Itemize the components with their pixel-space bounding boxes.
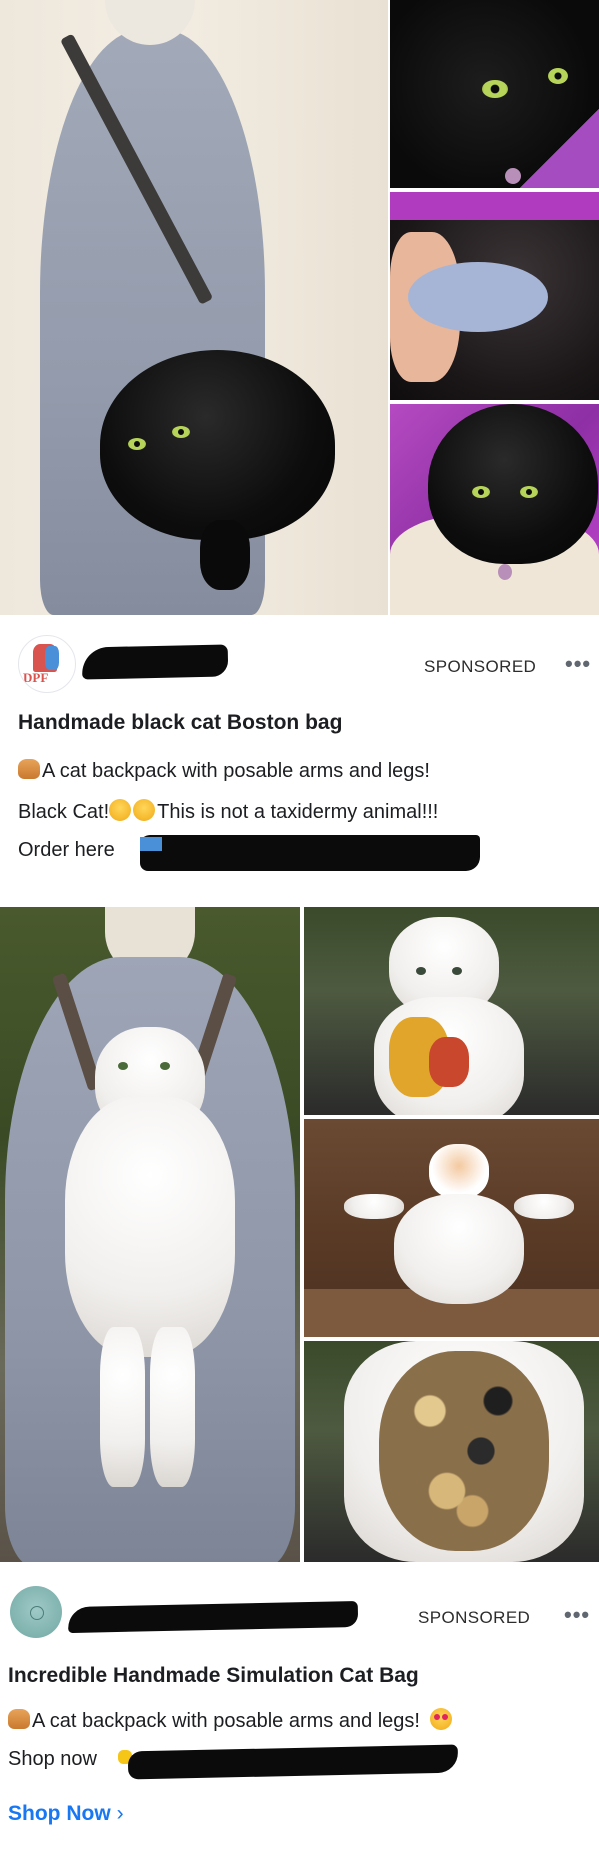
ad-body-line1: A cat backpack with posable arms and leg… [8, 1708, 454, 1733]
ad2-photo-cat-sitting[interactable] [304, 1119, 599, 1337]
more-dots-icon[interactable]: ••• [565, 651, 591, 677]
ad-body-line2: Black Cat! This is not a taxidermy animal… [18, 799, 439, 823]
cat-emoji-icon [18, 759, 40, 779]
ad2-card: SPONSORED ••• Incredible Handmade Simula… [0, 1562, 599, 1849]
chevron-right-icon: › [116, 1802, 124, 1825]
more-dots-icon[interactable]: ••• [564, 1602, 590, 1628]
laughing-emoji-icon [109, 799, 132, 821]
sponsored-label: SPONSORED [424, 657, 537, 676]
ad1-photo-cat-face[interactable] [390, 0, 599, 188]
feed-screenshot: DPF SPONSORED ••• Handmade black cat Bos… [0, 0, 599, 1849]
link-fragment [140, 837, 162, 851]
ad-title[interactable]: Incredible Handmade Simulation Cat Bag [8, 1664, 419, 1688]
ad1-photo-cat-on-cushion[interactable] [390, 404, 599, 615]
shop-now-button[interactable]: Shop Now › [8, 1802, 124, 1826]
ad1-main-photo[interactable] [0, 0, 388, 615]
ad-title[interactable]: Handmade black cat Boston bag [18, 711, 342, 735]
heart-eyes-emoji-icon [429, 1708, 452, 1730]
ad2-photo-cat-with-fish[interactable] [304, 907, 599, 1115]
ad1-card: DPF SPONSORED ••• Handmade black cat Bos… [0, 615, 599, 907]
avatar-logo-text: DPF [23, 670, 49, 685]
cat-emoji-icon [8, 1709, 30, 1729]
ad2-image-grid[interactable] [0, 907, 599, 1562]
advertiser-avatar[interactable] [10, 1586, 62, 1638]
redacted-link [127, 1744, 459, 1780]
redacted-advertiser-name [81, 644, 229, 680]
redacted-advertiser-name [67, 1600, 359, 1634]
sponsored-label: SPONSORED [418, 1608, 531, 1627]
ad2-photo-bag-pattern[interactable] [304, 1341, 599, 1562]
ad-body-line2: Shop now [8, 1748, 97, 1770]
ad2-main-photo[interactable] [0, 907, 300, 1562]
laughing-emoji-icon [133, 799, 156, 821]
advertiser-avatar[interactable]: DPF [18, 635, 76, 693]
ad-body-line3: Order here [18, 839, 115, 861]
ad-body-line1: A cat backpack with posable arms and leg… [18, 759, 430, 783]
ad1-photo-bag-interior[interactable] [390, 192, 599, 400]
ad1-image-grid[interactable] [0, 0, 599, 615]
redacted-link [140, 835, 480, 871]
